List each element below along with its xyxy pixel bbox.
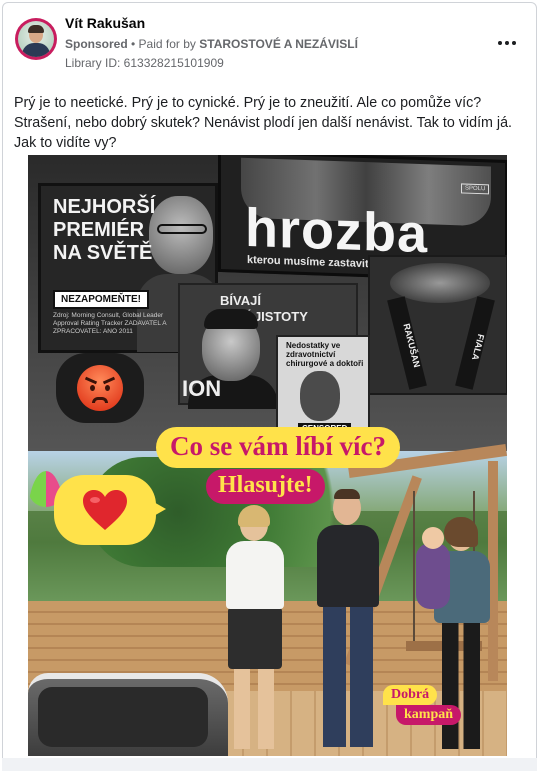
sponsored-label: Sponsored [65,37,128,51]
badge-kampan: kampaň [396,705,462,725]
meta-separator: • [127,37,139,51]
ribbon-right: FIALA [455,296,495,390]
hot-tub [28,673,228,756]
more-horizontal-icon [498,41,502,45]
ribbon-left: RAKUŠAN [387,296,427,390]
woman-in-white [220,505,290,754]
billboard-censored-text: Nedostatky ve zdravotnictví chirurgové a… [286,341,364,368]
post-text: Prý je to neetické. Prý je to cynické. P… [14,95,513,151]
author-name[interactable]: Vít Rakušan [65,15,145,31]
billboard-fine-print: Zdroj: Morning Consult, Global Leader Ap… [53,312,167,335]
glasses-shape [157,224,207,234]
vote-banner: Hlasujte! [206,469,325,504]
billboard-jistoty-fragment: ION [182,376,222,401]
billboards-collage: SPOLU hrozba kterou musíme zastavit NEJH… [28,155,507,451]
author-avatar[interactable] [15,18,57,60]
paid-for-by-prefix: Paid for by [138,37,200,51]
billboard-stamp: NEZAPOMEŇTE! [53,290,149,309]
angry-bubble [56,353,144,423]
more-options-button[interactable] [493,31,521,55]
billboard-jistoty-line-1: BÍVAJÍ [220,293,261,308]
card-footer-strip [2,758,537,771]
billboard-line-3: NA SVĚTĚ [53,242,153,264]
avatar-photo [18,21,54,57]
sponsor-meta: Sponsored • Paid for by STAROSTOVÉ A NEZ… [65,37,358,51]
billboard-portrait [149,196,213,274]
ad-image[interactable]: SPOLU hrozba kterou musíme zastavit NEJH… [28,155,507,756]
spolu-logo: SPOLU [461,183,490,195]
red-heart-icon [83,490,127,530]
paid-for-by-name[interactable]: STAROSTOVÉ A NEZÁVISLÍ [199,37,358,51]
man-in-black [313,489,383,753]
billboard-line-2: PREMIÉR [53,219,145,241]
billboard-wreath: RAKUŠAN FIALA [368,255,507,395]
angry-face-icon [77,365,123,411]
heart-bubble [54,475,166,545]
question-banner: Co se vám líbí víc? [156,427,400,468]
badge-dobra: Dobrá [383,685,438,705]
billboard-hrozba-headline: hrozba [245,197,429,265]
billboard-line-1: NEJHORŠÍ [53,196,156,218]
library-id: Library ID: 613328215101909 [65,56,224,70]
